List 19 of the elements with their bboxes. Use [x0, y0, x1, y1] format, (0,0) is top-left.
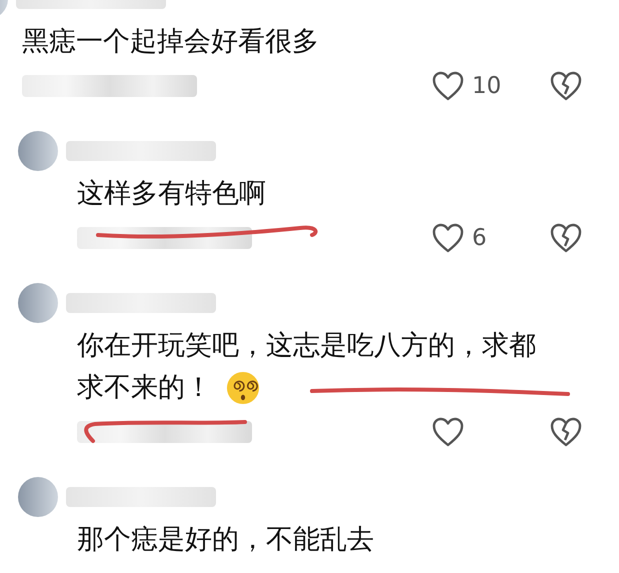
dislike-button[interactable] [550, 417, 582, 447]
avatar[interactable] [18, 283, 58, 323]
broken-heart-icon [550, 417, 582, 447]
heart-icon [432, 71, 464, 101]
like-button[interactable]: 6 [432, 223, 510, 253]
dislike-button[interactable] [550, 71, 582, 101]
comment-text: 你在开玩笑吧，这志是吃八方的，求都 [77, 329, 536, 363]
dislike-button[interactable] [550, 223, 582, 253]
heart-icon [432, 417, 464, 447]
broken-heart-icon [550, 223, 582, 253]
avatar[interactable] [18, 477, 58, 517]
comment-text: 那个痣是好的，不能乱去 [77, 523, 374, 557]
heart-icon [432, 223, 464, 253]
comment-text: 这样多有特色啊 [77, 177, 266, 211]
comment-text: 黑痣一个起掉会好看很多 [22, 25, 319, 59]
avatar[interactable] [18, 131, 58, 171]
comment-text: 求不来的！ [77, 371, 212, 405]
broken-heart-icon [550, 71, 582, 101]
like-button[interactable]: 10 [432, 71, 510, 101]
